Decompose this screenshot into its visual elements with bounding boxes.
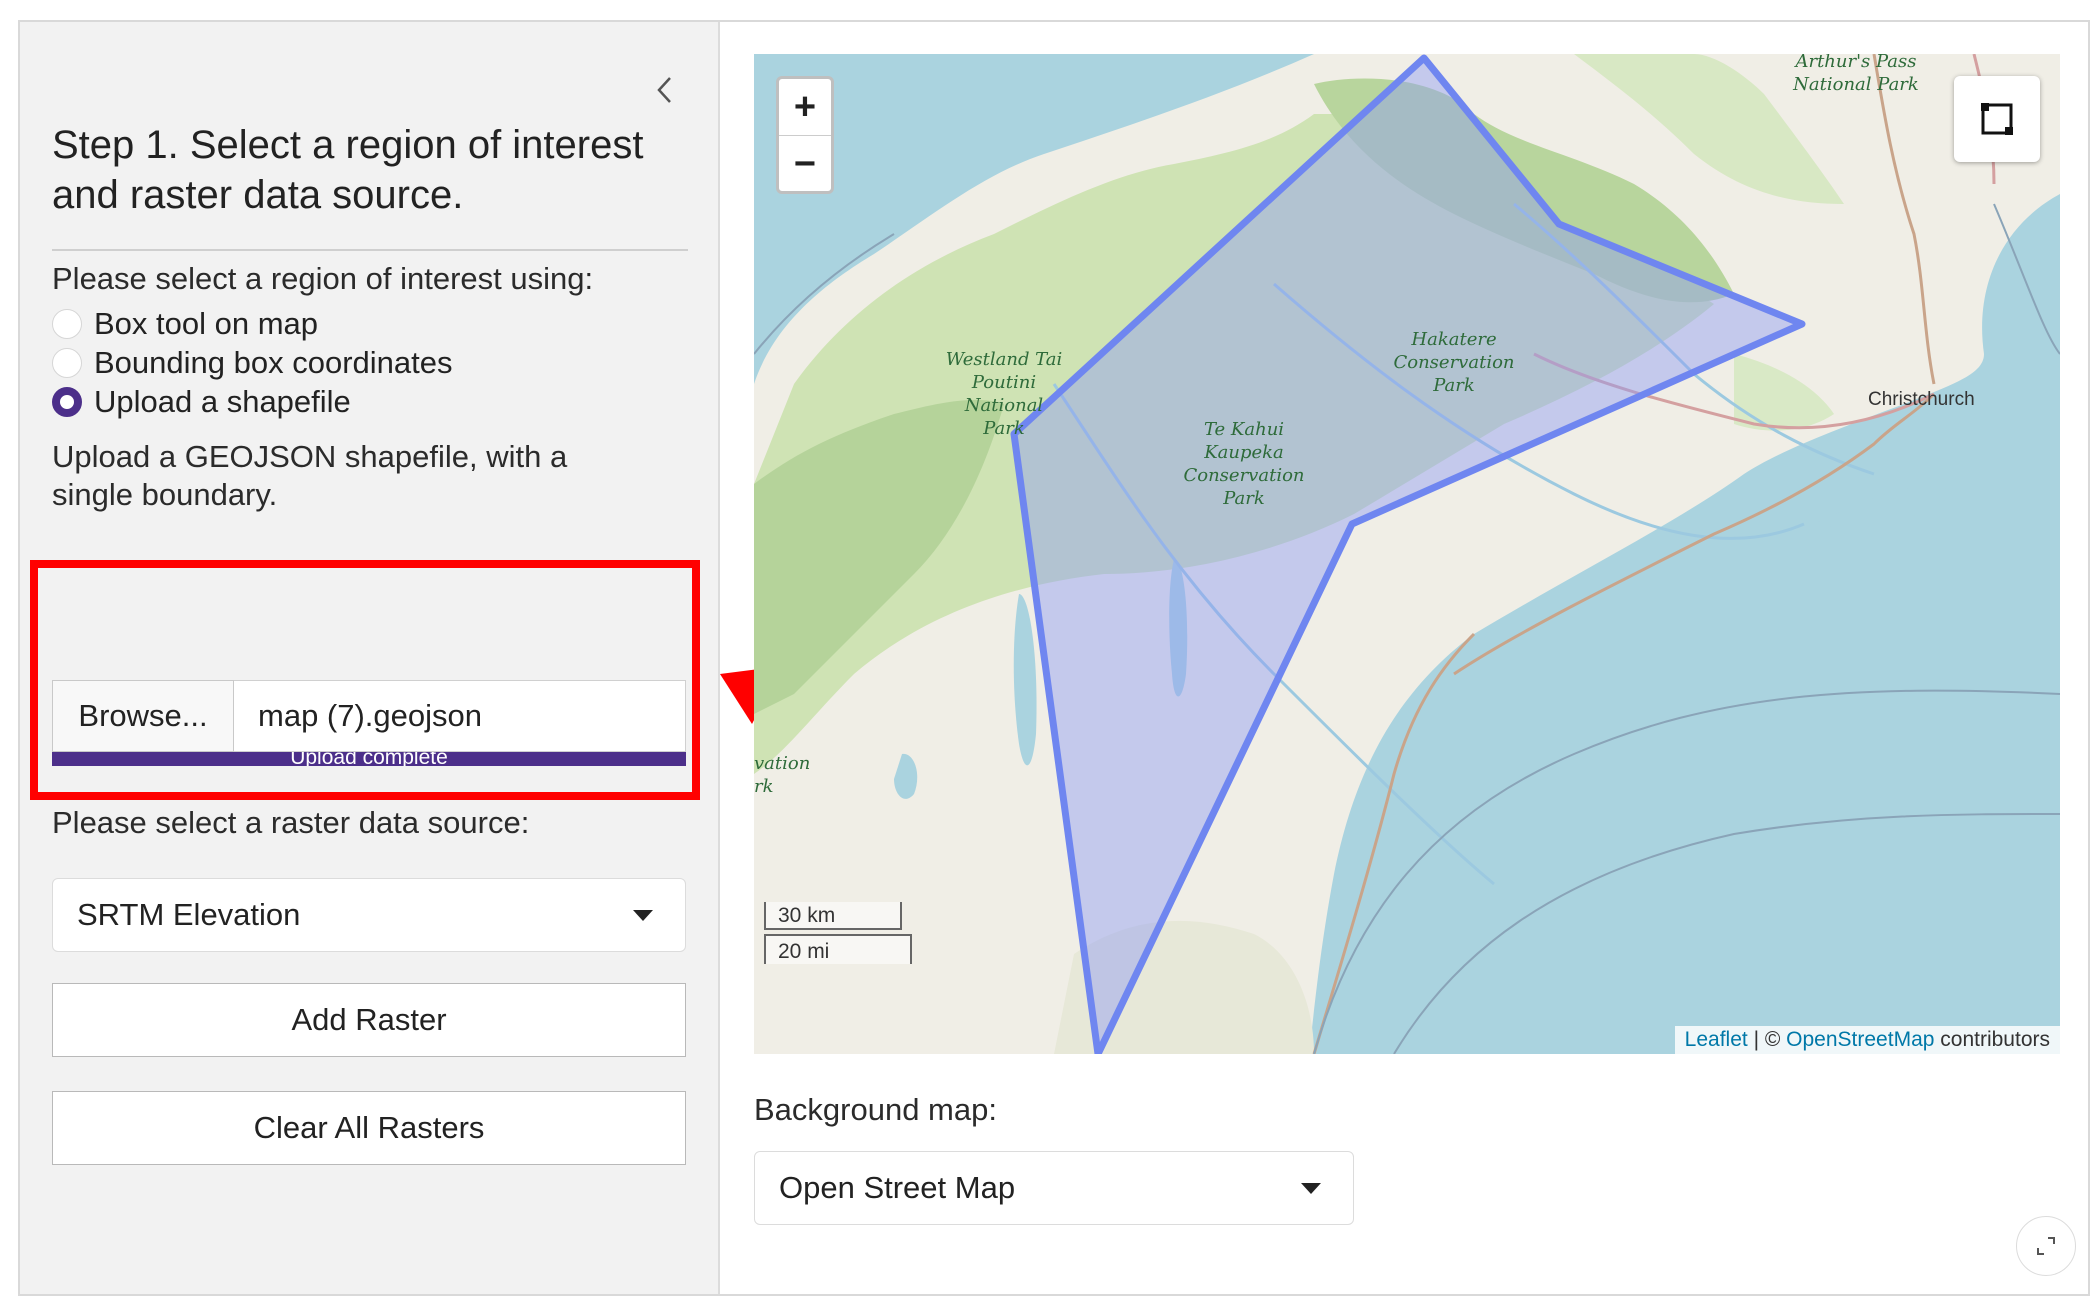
raster-source-value: SRTM Elevation — [77, 897, 301, 932]
upload-label: Upload a GEOJSON shapefile, with a singl… — [52, 439, 568, 512]
chevron-left-icon — [657, 77, 671, 103]
sidebar-panel: Step 1. Select a region of interest and … — [20, 22, 720, 1294]
highlight-box — [30, 560, 700, 800]
radio-upload-shapefile[interactable]: Upload a shapefile — [52, 382, 351, 422]
radio-label: Upload a shapefile — [94, 384, 351, 419]
raster-source-select[interactable]: SRTM Elevation — [52, 878, 686, 952]
raster-source-label: Please select a raster data source: — [52, 805, 530, 840]
draw-tool-button[interactable] — [1954, 76, 2040, 162]
osm-link[interactable]: OpenStreetMap — [1786, 1028, 1934, 1051]
expand-button[interactable] — [2016, 1216, 2076, 1276]
step-title: Step 1. Select a region of interest and … — [52, 123, 644, 217]
caret-down-icon — [633, 910, 653, 921]
radio-button[interactable] — [52, 348, 82, 378]
map-label-hakatere: Hakatere Conservation Park — [1393, 329, 1515, 396]
attribution-suffix: contributors — [1934, 1028, 2050, 1051]
radio-bounding-box[interactable]: Bounding box coordinates — [52, 343, 452, 383]
zoom-control: + − — [776, 76, 834, 194]
background-map-label: Background map: — [754, 1092, 997, 1127]
radio-label: Bounding box coordinates — [94, 345, 453, 380]
map-label-arthurs-pass: Arthur's Pass National Park — [1793, 54, 1919, 95]
draw-rectangle-icon — [1981, 103, 2013, 135]
add-raster-button[interactable]: Add Raster — [52, 983, 686, 1057]
radio-label: Box tool on map — [94, 306, 319, 341]
map-attribution: Leaflet | © OpenStreetMap contributors — [1674, 1026, 2060, 1054]
background-map-select[interactable]: Open Street Map — [754, 1151, 1354, 1225]
caret-down-icon — [1301, 1183, 1321, 1194]
map-tiles — [754, 54, 2060, 1054]
scale-mi: 20 mi — [764, 934, 912, 964]
collapse-sidebar-button[interactable] — [644, 70, 684, 110]
divider — [52, 249, 688, 251]
zoom-out-button[interactable]: − — [779, 136, 831, 191]
leaflet-link[interactable]: Leaflet — [1685, 1028, 1748, 1051]
expand-icon — [2037, 1237, 2055, 1255]
clear-rasters-button[interactable]: Clear All Rasters — [52, 1091, 686, 1165]
background-map-value: Open Street Map — [779, 1170, 1016, 1205]
map-label-te-kahui: Te Kahui Kaupeka Conservation Park — [1183, 419, 1305, 509]
region-select-label: Please select a region of interest using… — [52, 261, 594, 296]
scale-bar: 30 km 20 mi — [764, 902, 912, 964]
attribution-separator: | © — [1747, 1028, 1787, 1051]
zoom-in-button[interactable]: + — [779, 79, 831, 136]
map-view[interactable]: Arthur's Pass National Park Westland Tai… — [754, 54, 2060, 1054]
map-label-christchurch: Christchurch — [1868, 389, 1975, 410]
radio-button-checked[interactable] — [52, 387, 82, 417]
map-label-westland: Westland Tai Poutini National Park — [945, 349, 1063, 439]
map-label-edge: vation rk — [754, 753, 811, 797]
radio-box-tool[interactable]: Box tool on map — [52, 304, 318, 344]
scale-km: 30 km — [764, 902, 902, 930]
radio-button[interactable] — [52, 309, 82, 339]
